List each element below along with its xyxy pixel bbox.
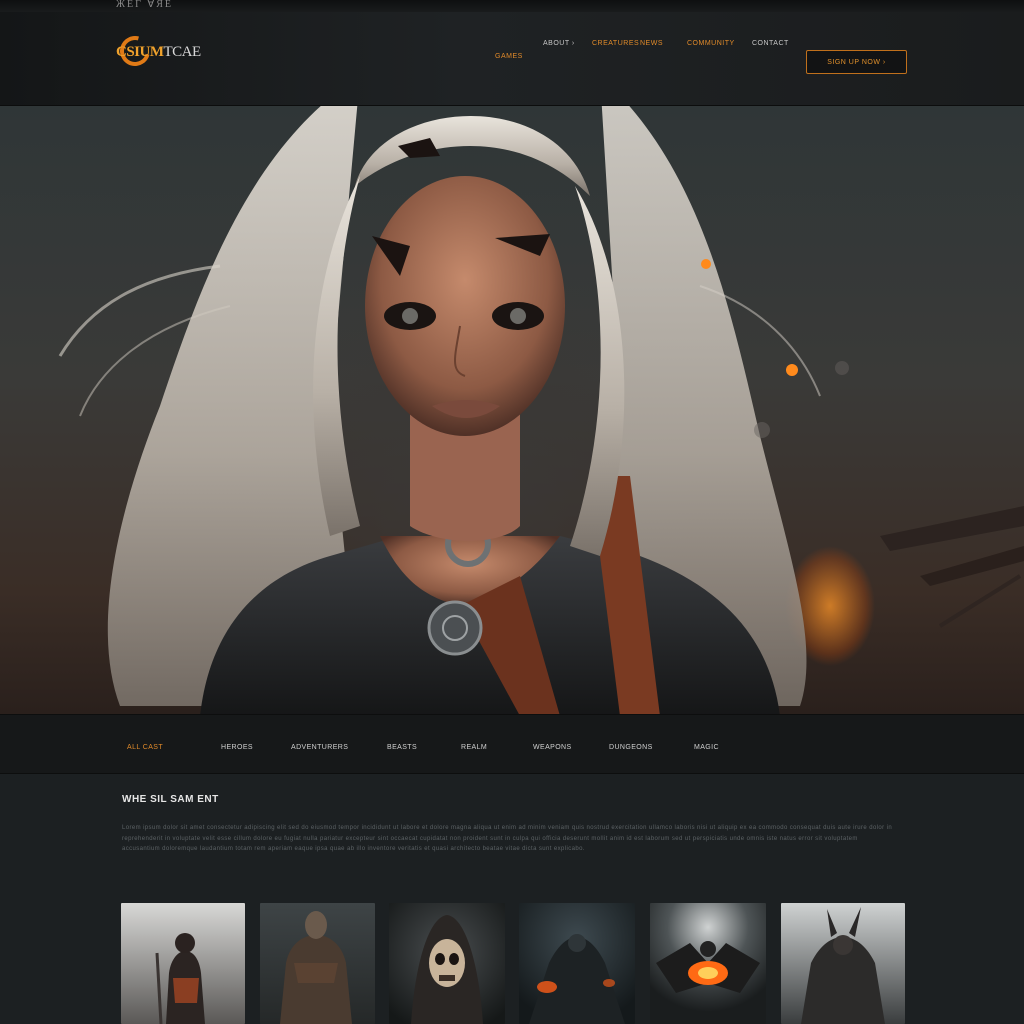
nav-item-about[interactable]: ABOUT › — [543, 40, 575, 47]
nav-item-contact[interactable]: CONTACT — [752, 40, 789, 47]
top-strip: ЖЕГ ∀ЯЕ — [0, 0, 1024, 12]
about-body: Lorem ipsum dolor sit amet consectetur a… — [122, 825, 893, 852]
page: ЖЕГ ∀ЯЕ CSIUMTCAE GAMES ABOUT › CREATURE… — [0, 0, 1024, 1024]
category-heroes[interactable]: HEROES — [221, 744, 253, 751]
nav-item-news[interactable]: NEWS — [640, 40, 663, 47]
hero-banner — [0, 106, 1024, 714]
gallery-item-dark-knight[interactable] — [519, 903, 635, 1024]
category-all-cast[interactable]: ALL CAST — [127, 744, 163, 751]
category-adventurers[interactable]: ADVENTURERS — [291, 744, 348, 751]
category-magic[interactable]: MAGIC — [694, 744, 719, 751]
nav-item-games[interactable]: GAMES — [495, 53, 523, 60]
top-strip-text: ЖЕГ ∀ЯЕ — [116, 0, 173, 10]
sign-up-button[interactable]: SIGN UP NOW › — [806, 50, 907, 74]
main-nav: GAMES ABOUT › CREATURES NEWS COMMUNITY C… — [0, 40, 1024, 74]
category-realm[interactable]: REALM — [461, 744, 487, 751]
site-header: CSIUMTCAE GAMES ABOUT › CREATURES NEWS C… — [0, 12, 1024, 106]
about-title: WHE SIL SAM ENT — [122, 794, 219, 805]
category-bar: ALL CAST HEROES ADVENTURERS BEASTS REALM… — [0, 714, 1024, 774]
category-weapons[interactable]: WEAPONS — [533, 744, 572, 751]
gallery-item-fire-demon[interactable] — [650, 903, 766, 1024]
nav-item-community[interactable]: COMMUNITY — [687, 40, 735, 47]
category-dungeons[interactable]: DUNGEONS — [609, 744, 653, 751]
gallery-item-skull-wraith[interactable] — [389, 903, 505, 1024]
gallery-item-hooded-warrior[interactable] — [121, 903, 245, 1024]
gallery-item-horned-beast[interactable] — [781, 903, 905, 1024]
nav-item-creatures[interactable]: CREATURES — [592, 40, 639, 47]
about-section: WHE SIL SAM ENT Lorem ipsum dolor sit am… — [0, 775, 1024, 900]
hero-character-illustration — [58, 106, 1024, 714]
category-beasts[interactable]: BEASTS — [387, 744, 417, 751]
character-gallery — [121, 903, 905, 1024]
gallery-item-armored-brute[interactable] — [260, 903, 375, 1024]
